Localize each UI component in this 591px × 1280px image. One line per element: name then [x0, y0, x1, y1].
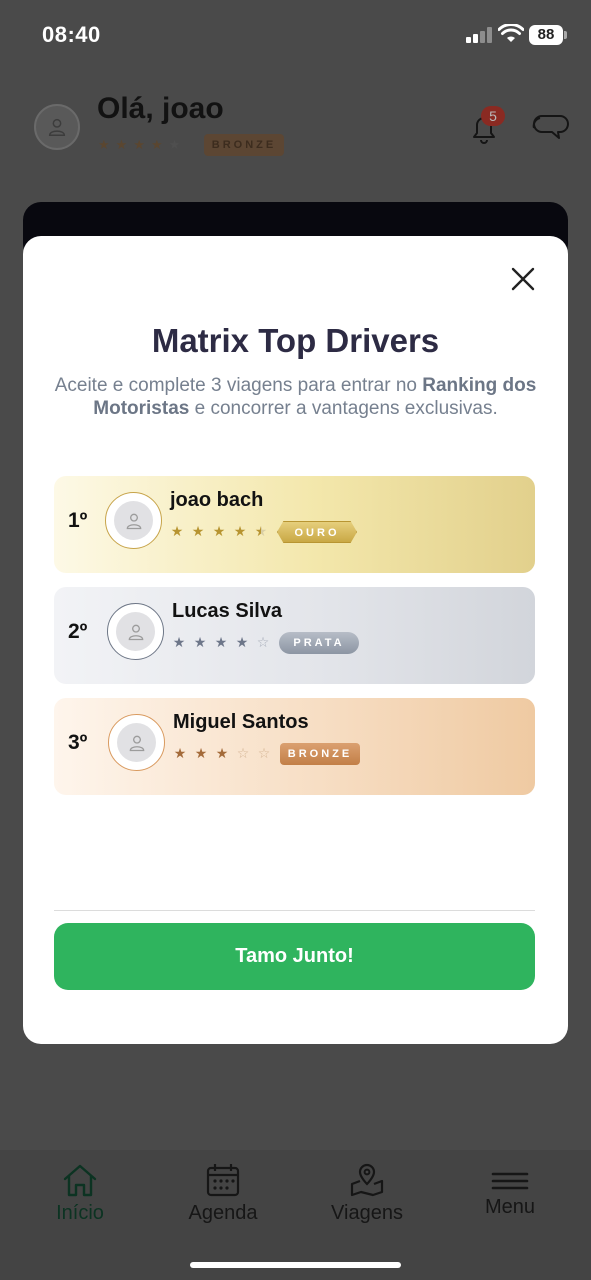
ranking-item-2: 2º Lucas Silva ★ ★ ★ ★ ☆ PRATA [54, 587, 535, 684]
star-icon: ★ [173, 745, 187, 761]
user-icon [48, 118, 66, 136]
tamo-junto-button[interactable]: Tamo Junto! [54, 923, 535, 990]
star-icon: ★ [133, 137, 145, 152]
user-icon [128, 624, 143, 640]
avatar [108, 714, 165, 771]
nav-label: Agenda [188, 1202, 258, 1224]
subtitle-text: e concorrer a vantagens exclusivas. [189, 398, 498, 419]
star-empty-icon: ★ [168, 137, 181, 152]
star-icon: ★ [115, 137, 128, 152]
rank-position: 3º [68, 731, 88, 754]
star-icon: ★ [215, 745, 229, 761]
avatar[interactable] [34, 104, 80, 150]
subtitle-text: Aceite e complete 3 viagens para entrar … [54, 375, 423, 396]
nav-item-menu[interactable]: Menu [455, 1162, 565, 1232]
cellular-signal-icon [466, 27, 492, 43]
nav-item-viagens[interactable]: Viagens [312, 1162, 422, 1232]
avatar [105, 492, 162, 549]
home-indicator [190, 1262, 401, 1268]
menu-icon [491, 1172, 529, 1190]
star-icon: ★ [214, 634, 228, 650]
rank-position: 2º [68, 620, 88, 643]
star-empty-icon: ☆ [257, 745, 271, 761]
divider [54, 910, 535, 911]
rating-stars: ★ ★ ★ ☆ ☆ [173, 746, 271, 760]
bottom-nav: Início Agenda Viagens Menu [0, 1150, 591, 1280]
driver-name: Lucas Silva [172, 600, 283, 622]
nav-item-agenda[interactable]: Agenda [168, 1162, 278, 1232]
user-icon [129, 735, 144, 751]
top-drivers-modal: Matrix Top Drivers Aceite e complete 3 v… [23, 236, 568, 1044]
status-bar: 08:40 88 [0, 0, 591, 70]
star-icon: ★ [235, 634, 249, 650]
nav-label: Viagens [331, 1202, 403, 1224]
close-icon[interactable] [508, 264, 538, 294]
chat-icon[interactable] [530, 108, 570, 144]
header-rating: ★ ★ ★ ★ ★ [98, 137, 180, 153]
star-icon: ★ [98, 137, 110, 152]
nav-label: Início [56, 1202, 104, 1224]
level-badge: PRATA [279, 632, 359, 654]
rating-stars: ★ ★ ★ ★ ☆ [172, 635, 270, 649]
star-icon: ★ [193, 634, 207, 650]
avatar [107, 603, 164, 660]
star-icon: ★ [233, 523, 247, 539]
star-icon: ★ [170, 523, 184, 539]
ranking-item-3: 3º Miguel Santos ★ ★ ★ ☆ ☆ BRONZE [54, 698, 535, 795]
star-half-icon: ★ [254, 523, 268, 539]
modal-subtitle: Aceite e complete 3 viagens para entrar … [53, 374, 538, 420]
level-badge: OURO [277, 521, 357, 543]
level-badge: BRONZE [204, 134, 284, 156]
star-icon: ★ [191, 523, 205, 539]
driver-name: Miguel Santos [173, 711, 309, 733]
nav-label: Menu [484, 1196, 536, 1218]
map-pin-icon [350, 1163, 384, 1197]
star-icon: ★ [194, 745, 208, 761]
rating-stars: ★ ★ ★ ★ ★ [170, 524, 268, 538]
star-empty-icon: ☆ [236, 745, 250, 761]
star-half-icon: ★ [150, 137, 163, 152]
level-badge: BRONZE [280, 743, 360, 765]
calendar-icon [206, 1164, 240, 1197]
status-time: 08:40 [42, 22, 101, 47]
star-icon: ★ [172, 634, 186, 650]
greeting-text: Olá, joao [97, 92, 224, 125]
home-icon [63, 1164, 97, 1197]
ranking-item-1: 1º joao bach ★ ★ ★ ★ ★ OURO [54, 476, 535, 573]
modal-title: Matrix Top Drivers [151, 322, 440, 359]
user-icon [126, 513, 141, 529]
wifi-icon [498, 24, 524, 42]
rank-position: 1º [68, 509, 88, 532]
star-icon: ★ [212, 523, 226, 539]
notification-count-badge: 5 [481, 106, 505, 126]
nav-item-inicio[interactable]: Início [25, 1162, 135, 1232]
star-empty-icon: ☆ [256, 634, 270, 650]
driver-name: joao bach [170, 489, 264, 511]
app-header: Olá, joao ★ ★ ★ ★ ★ BRONZE 5 [0, 90, 591, 170]
battery-indicator: 88 [529, 25, 567, 45]
